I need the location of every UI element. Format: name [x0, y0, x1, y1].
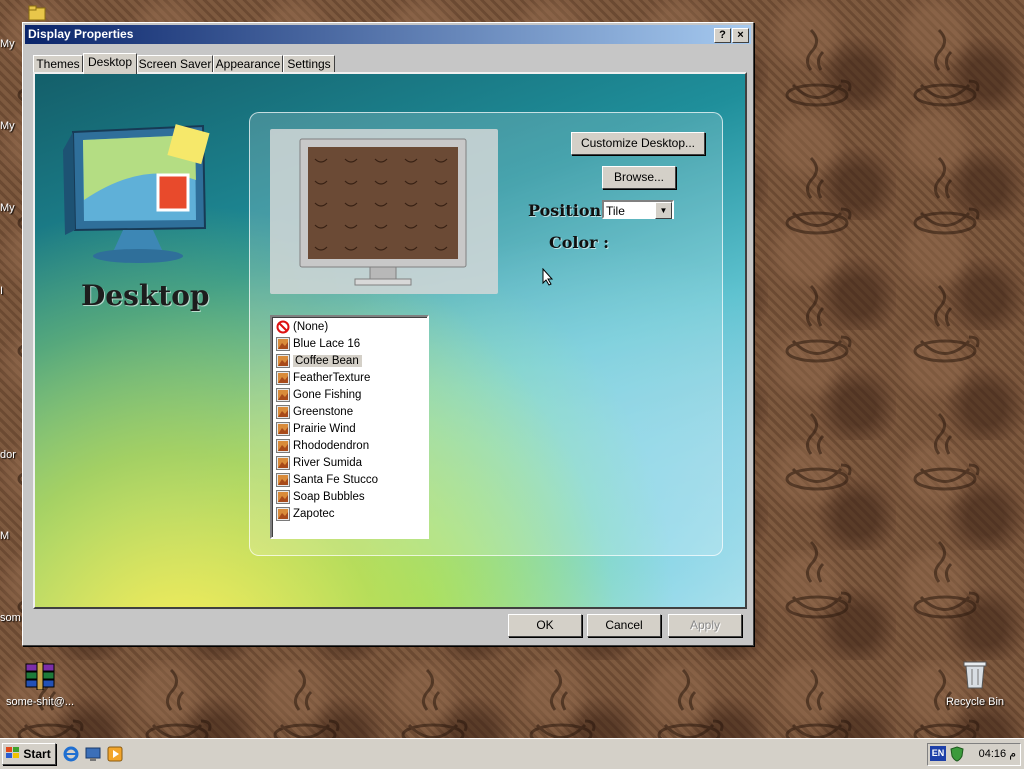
list-item[interactable]: Rhododendron [276, 438, 369, 455]
tab-desktop[interactable]: Desktop [83, 53, 137, 74]
customize-desktop-button[interactable]: Customize Desktop... [571, 132, 705, 155]
none-icon [276, 320, 290, 334]
desktop-icon-label[interactable]: My [0, 202, 15, 214]
language-indicator[interactable]: EN [930, 746, 946, 761]
help-button[interactable]: ? [714, 28, 731, 43]
desktop-icon-winrar[interactable]: some-shit@... [2, 661, 78, 708]
list-item[interactable]: Santa Fe Stucco [276, 472, 378, 489]
list-item-label: River Sumida [293, 457, 363, 469]
tab-settings[interactable]: Settings [283, 55, 335, 73]
list-item[interactable]: Coffee Bean [276, 353, 362, 370]
list-item[interactable]: River Sumida [276, 455, 362, 472]
recycle-bin-label: Recycle Bin [945, 696, 1005, 708]
apply-button[interactable]: Apply [668, 614, 742, 637]
display-properties-window: Display Properties ? × Themes Desktop Sc… [22, 22, 754, 646]
list-item-label: Soap Bubbles [293, 491, 365, 503]
desktop-icon-recycle-bin[interactable]: Recycle Bin [940, 658, 1010, 708]
list-item-label: Rhododendron [293, 440, 370, 452]
list-item-label: Santa Fe Stucco [293, 474, 379, 486]
media-player-icon[interactable] [107, 746, 123, 765]
chevron-down-icon[interactable]: ▼ [655, 202, 672, 219]
security-shield-icon[interactable] [949, 746, 965, 765]
image-icon [276, 370, 290, 385]
monitor-preview [299, 138, 467, 286]
list-item-label: Zapotec [293, 508, 335, 520]
background-list[interactable]: (None) Blue Lace 16 Coffee Bean FeatherText… [270, 315, 429, 539]
list-item-label: Coffee Bean [293, 355, 362, 367]
monitor-illustration [53, 120, 223, 273]
image-icon [276, 438, 290, 453]
list-item[interactable]: (None) [276, 319, 328, 336]
panel-heading: Desktop [81, 279, 210, 312]
list-item[interactable]: Greenstone [276, 404, 353, 421]
image-icon [276, 336, 290, 351]
list-item[interactable]: FeatherTexture [276, 370, 370, 387]
tab-screen-saver[interactable]: Screen Saver [137, 55, 213, 73]
winrar-icon [2, 661, 78, 693]
title-bar[interactable]: Display Properties ? × [25, 25, 751, 44]
windows-logo-icon [6, 745, 20, 765]
image-icon [276, 421, 290, 436]
ok-button[interactable]: OK [508, 614, 582, 637]
preview-area [270, 129, 498, 294]
desktop-icon-label[interactable]: M [0, 530, 9, 542]
internet-explorer-icon[interactable] [63, 746, 79, 765]
cancel-button[interactable]: Cancel [587, 614, 661, 637]
start-button[interactable]: Start [2, 743, 56, 765]
list-item-label: Prairie Wind [293, 423, 356, 435]
desktop-icon-label[interactable]: I [0, 285, 3, 297]
mouse-cursor-icon [542, 267, 554, 289]
list-item-label: FeatherTexture [293, 372, 371, 384]
winrar-label: some-shit@... [5, 696, 74, 708]
start-label: Start [23, 747, 51, 761]
image-icon [276, 353, 290, 368]
browse-button[interactable]: Browse... [602, 166, 676, 189]
image-icon [276, 489, 290, 504]
desktop-icon-label[interactable]: som [0, 612, 21, 624]
image-icon [276, 387, 290, 402]
list-item-label: Greenstone [293, 406, 354, 418]
list-item-label: (None) [293, 321, 329, 333]
taskbar: Start EN 04:16 م [0, 738, 1024, 769]
position-label: Position : [528, 201, 613, 220]
system-tray: EN 04:16 م [927, 743, 1021, 766]
tab-themes[interactable]: Themes [33, 55, 83, 73]
recycle-bin-icon [940, 658, 1010, 693]
color-label: Color : [549, 233, 610, 252]
desktop-icon-label[interactable]: dor [0, 449, 16, 461]
clock[interactable]: 04:16 م [979, 746, 1016, 762]
image-icon [276, 404, 290, 419]
list-item[interactable]: Prairie Wind [276, 421, 356, 438]
image-icon [276, 472, 290, 487]
position-value: Tile [606, 204, 625, 218]
desktop-icon-label[interactable]: My [0, 38, 15, 50]
list-item[interactable]: Soap Bubbles [276, 489, 365, 506]
close-button[interactable]: × [732, 28, 749, 43]
image-icon [276, 506, 290, 521]
list-item[interactable]: Zapotec [276, 506, 335, 523]
list-item-label: Blue Lace 16 [293, 338, 361, 350]
desktop-tab-panel: Desktop Customize Desktop... Browse... P… [33, 72, 747, 609]
window-title: Display Properties [28, 27, 134, 41]
list-item-label: Gone Fishing [293, 389, 362, 401]
list-item[interactable]: Gone Fishing [276, 387, 361, 404]
list-item[interactable]: Blue Lace 16 [276, 336, 360, 353]
position-select[interactable]: Tile ▼ [602, 200, 674, 219]
image-icon [276, 455, 290, 470]
desktop-icon-label[interactable]: My [0, 120, 15, 132]
show-desktop-icon[interactable] [85, 746, 101, 765]
tab-appearance[interactable]: Appearance [213, 55, 283, 73]
